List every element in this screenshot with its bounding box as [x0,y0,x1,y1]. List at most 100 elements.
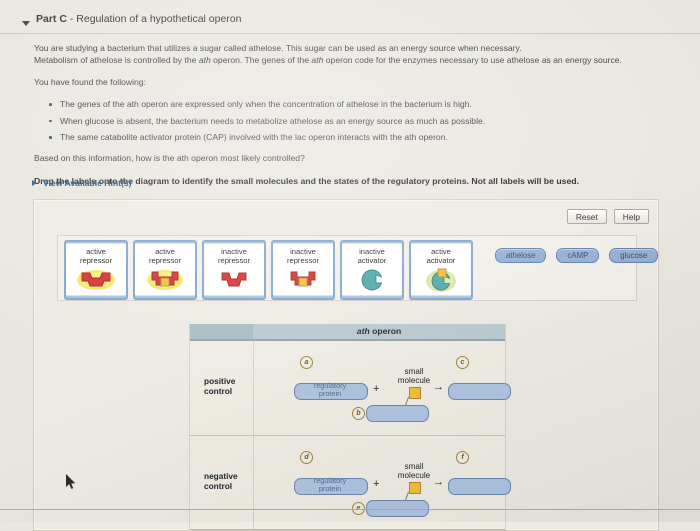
operon-header-left-cap [190,324,253,339]
label-tile-inactive-repressor-bound[interactable]: inactive repressor [271,240,335,300]
tile-label-line1: active [431,247,451,256]
row-label-line2: control [204,480,233,491]
part-label: Part C [36,13,67,25]
diagram-row-negative-control: negative control d regulatory protein + … [190,436,511,531]
intro-line-2a: Metabolism of athelose is controlled by … [34,55,199,66]
plus-sign-negative: + [373,478,380,490]
header-divider [0,33,700,34]
view-hints-label: View Available Hint(s) [43,178,132,188]
help-button[interactable]: Help [613,209,649,225]
activator-bound-glow-icon [411,268,471,292]
row-label-negative-control: negative control [204,471,259,491]
arrow-positive: → [433,381,444,393]
intro-line-2c: operon code for the enzymes necessary to… [323,55,622,66]
tile-label-line2: activator [426,256,456,265]
intro-line-1: You are studying a bacterium that utiliz… [34,43,522,53]
tile-label: active repressor [80,247,112,265]
view-hints-button[interactable]: View Available Hint(s) [32,178,132,188]
regulatory-protein-label-negative: regulatory protein [294,477,366,492]
operon-diagram: ath operon positive control a regulatory… [189,324,511,531]
tile-label: inactive activator [358,247,387,265]
activator-open-icon [342,268,402,292]
plus-sign-positive: + [373,383,380,395]
arrow-negative: → [433,476,444,488]
row-label-line2: control [204,385,233,396]
label-tiles: active repressor active repressor inacti… [64,240,473,300]
tile-label-line2: activator [357,256,387,265]
tile-label: active activator [427,247,456,265]
small-molecule-line2: molecule [397,376,431,386]
molecule-chips: athelose cAMP glucose [495,248,659,263]
small-molecule-line2: molecule [397,471,431,481]
marker-c: c [456,356,469,369]
tile-label-line1: inactive [290,247,316,256]
found-heading: You have found the following: [34,76,146,87]
row-label-line1: negative [204,471,238,481]
page-title: Part C - Regulation of a hypothetical op… [36,13,241,25]
chip-glucose[interactable]: glucose [609,248,659,263]
marker-f: f [456,451,469,464]
tile-label-line1: inactive [221,247,247,256]
fact-item: The same catabolite activator protein (C… [49,131,674,143]
drop-slot-b[interactable] [366,405,429,422]
drop-slot-f[interactable] [448,478,511,495]
part-separator: - [66,13,77,25]
tile-label-line1: active [155,247,175,256]
marker-a: a [300,356,313,369]
regulatory-protein-line2: protein [318,483,342,493]
tile-label-line1: inactive [359,247,385,256]
intro-line-2b: operon. The genes of the [210,55,312,66]
marker-d: d [300,451,313,464]
label-tile-active-repressor-open[interactable]: active repressor [64,240,128,300]
triangle-down-icon[interactable] [20,17,32,29]
small-molecule-square-positive [409,387,421,399]
triangle-right-icon [32,180,37,186]
row-label-positive-control: positive control [204,376,259,396]
tile-label-line2: repressor [217,256,251,265]
diagram-row-positive-control: positive control a regulatory protein + … [190,341,511,436]
fact-item: When glucose is absent, the bacterium ne… [49,115,674,127]
mouse-cursor [66,474,77,490]
chip-camp[interactable]: cAMP [556,248,600,263]
regulatory-protein-label-positive: regulatory protein [294,382,366,397]
tile-label: active repressor [149,247,181,265]
regulatory-protein-line2: protein [318,388,342,398]
chip-athelose[interactable]: athelose [495,248,547,263]
tile-label: inactive repressor [287,247,319,265]
repressor-bound-glow-icon [135,268,195,292]
facts-list: The genes of the ath operon are expresse… [34,98,674,143]
fact-item: The genes of the ath operon are expresse… [49,98,674,110]
operon-title-rest: operon [369,326,402,336]
repressor-open-glow-icon [66,268,126,292]
operon-title-italic: ath [356,326,370,336]
row-label-line1: positive [204,376,236,386]
tile-label-line2: repressor [148,256,182,265]
answer-panel: Reset Help active repressor active repre… [33,199,659,531]
repressor-open-icon [204,268,264,292]
label-tile-active-activator[interactable]: active activator [409,240,473,300]
small-molecule-line1: small [404,462,424,471]
label-tile-active-repressor-bound[interactable]: active repressor [133,240,197,300]
ath-italic-1: ath [198,55,211,66]
marker-b: b [352,407,365,420]
tile-label-line2: repressor [286,256,320,265]
label-tile-inactive-activator[interactable]: inactive activator [340,240,404,300]
ath-italic-2: ath [311,55,324,66]
part-title-text: Regulation of a hypothetical operon [76,13,242,25]
question-prose: You are studying a bacterium that utiliz… [34,42,674,197]
part-header: Part C - Regulation of a hypothetical op… [0,11,700,35]
panel-toolbar: Reset Help [566,209,649,225]
small-molecule-square-negative [409,482,421,494]
reset-button[interactable]: Reset [566,209,607,225]
small-molecule-line1: small [404,367,424,376]
page-bottom-divider [0,509,700,511]
tile-label: inactive repressor [218,247,250,265]
repressor-bound-icon [273,268,333,292]
drop-slot-c[interactable] [448,383,511,400]
operon-title: ath operon [253,326,505,336]
question-text: Based on this information, how is the at… [34,153,305,164]
diagram-bottom-rule [190,529,505,530]
tile-label-line1: active [86,247,106,256]
label-tile-inactive-repressor-open[interactable]: inactive repressor [202,240,266,300]
intro-paragraph: You are studying a bacterium that utiliz… [34,42,674,67]
